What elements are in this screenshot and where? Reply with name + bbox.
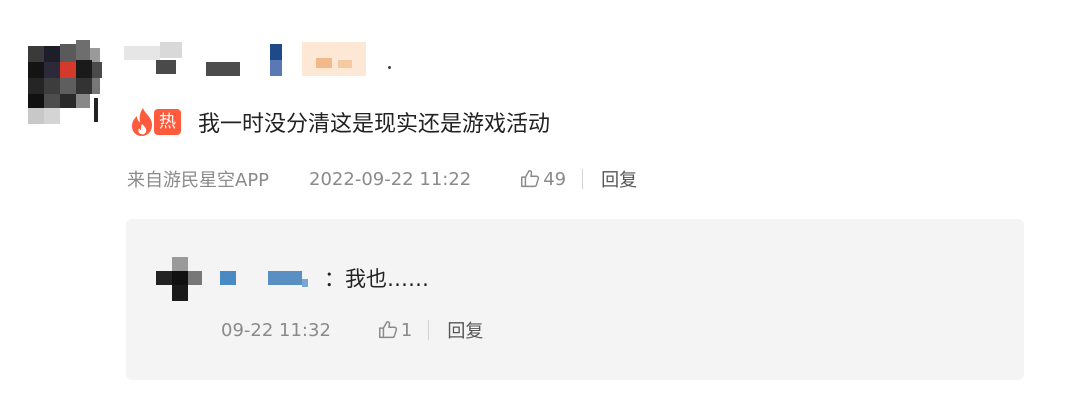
divider	[428, 320, 430, 340]
avatar[interactable]	[24, 36, 114, 126]
reply-button[interactable]: 回复	[601, 166, 637, 192]
reply-separator: ：	[324, 267, 345, 291]
reply-content: 我也……	[345, 267, 429, 291]
reply-like-button[interactable]: 1	[377, 319, 412, 341]
comment-timestamp: 2022-09-22 11:22	[309, 168, 472, 190]
reply-like-count: 1	[400, 319, 413, 341]
like-button[interactable]: 49	[519, 168, 566, 190]
divider	[582, 169, 584, 189]
reply-meta: 09-22 11:32 1 回复	[221, 317, 483, 343]
like-count: 49	[543, 168, 567, 190]
hot-badge: 热	[128, 106, 181, 138]
comment-text: 我一时没分清这是现实还是游戏活动	[198, 112, 551, 137]
reply-timestamp: 09-22 11:32	[221, 319, 331, 341]
source-label: 来自游民星空APP	[127, 170, 270, 191]
reply-avatar[interactable]	[156, 257, 206, 307]
hot-badge-label: 热	[154, 109, 181, 135]
reply-reply-button[interactable]: 回复	[447, 317, 483, 343]
reply-username[interactable]	[218, 267, 318, 289]
username[interactable]	[124, 42, 424, 82]
thumbs-up-icon	[378, 321, 397, 339]
comment-meta: 来自游民星空APP 2022-09-22 11:22 49 回复	[127, 166, 637, 192]
reply-text: ：我也……	[324, 265, 429, 293]
reply-box: ：我也…… 09-22 11:32 1 回复	[126, 219, 1024, 380]
thumbs-up-icon	[521, 170, 540, 188]
username-dot	[388, 66, 391, 69]
